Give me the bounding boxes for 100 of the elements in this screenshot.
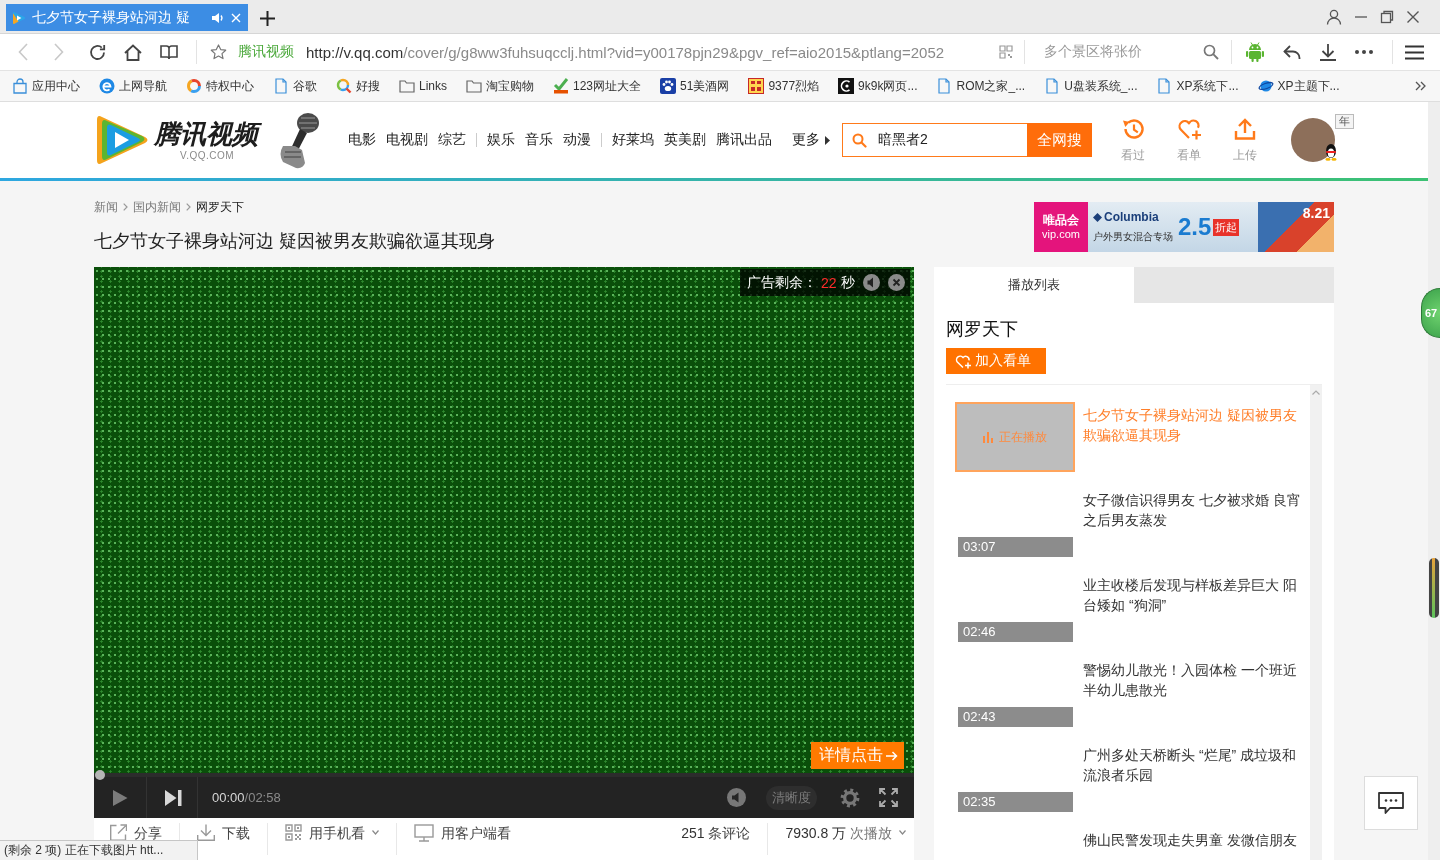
globe-icon (1257, 78, 1274, 94)
playlist-tab[interactable]: 播放列表 (934, 267, 1134, 303)
grid-icon (748, 78, 765, 94)
reload-icon[interactable] (89, 43, 106, 61)
chevron-icon (186, 203, 191, 211)
history-icon (1121, 116, 1145, 141)
search-field[interactable]: 暗黑者2 (842, 123, 1027, 157)
download-icon[interactable] (1319, 43, 1337, 61)
nav-link[interactable]: 英美剧 (664, 131, 706, 149)
nav-link[interactable]: 综艺 (438, 131, 466, 149)
bookmark-item[interactable]: 上网导航 (99, 77, 167, 95)
comments-link[interactable]: 251 条评论 (681, 823, 751, 842)
list-scrollbar[interactable] (1310, 385, 1322, 860)
video-action[interactable]: 下载 (197, 823, 250, 842)
breadcrumb-link[interactable]: 网罗天下 (196, 200, 244, 214)
android-icon[interactable] (1246, 42, 1264, 62)
playlist-item-title[interactable]: 广州多处天桥断头 “烂尾” 成垃圾和流浪者乐园 (1083, 742, 1305, 785)
nav-link[interactable]: 电视剧 (386, 131, 428, 149)
gear-icon[interactable] (840, 787, 860, 808)
nav-link[interactable]: 腾讯出品 (716, 131, 772, 149)
progress-track[interactable] (94, 773, 914, 777)
user-icon[interactable] (1326, 8, 1342, 25)
bookmark-item[interactable]: 9377烈焰 (748, 77, 820, 95)
more-menu[interactable]: 更多 (792, 131, 830, 149)
folder-icon (466, 78, 482, 94)
playlist-item-title[interactable]: 女子微信识得男友 七夕被求婚 良宵之后男友蒸发 (1083, 487, 1305, 530)
avatar[interactable] (1291, 118, 1335, 162)
playlist-item-title[interactable]: 警惕幼儿散光！入园体检 一个班近半幼儿患散光 (1083, 657, 1305, 700)
bookmark-item[interactable]: 谷歌 (273, 77, 317, 95)
magnifier-icon (336, 78, 352, 94)
book-icon[interactable] (160, 44, 178, 60)
paw-icon (660, 78, 677, 94)
video-action[interactable]: 用手机看 (285, 823, 379, 842)
search-icon[interactable] (1203, 44, 1219, 60)
time-current: 00:00 (212, 790, 245, 805)
video-action[interactable]: 用客户端看 (414, 823, 511, 842)
bookmark-item[interactable]: 51美酒网 (660, 77, 730, 95)
nav-link[interactable]: 音乐 (525, 131, 553, 149)
nav-link[interactable]: 电影 (348, 131, 376, 149)
scrollbar-thumb[interactable] (1429, 558, 1439, 618)
progress-handle[interactable] (95, 770, 105, 780)
close-icon[interactable] (1406, 9, 1420, 24)
folder-icon (399, 78, 415, 94)
home-icon[interactable] (124, 43, 142, 61)
playlist-item-title[interactable]: 业主收楼后发现与样板差异巨大 阳台矮如 “狗洞” (1083, 572, 1305, 615)
address-field[interactable]: http://v.qq.com/cover/g/g8ww3fuhsuqcclj.html?vid=y00178pjn29&pgv_ref=aio2015&ptlang=2052 (306, 43, 989, 61)
ad-discount-label: 折起 (1213, 218, 1240, 236)
caret-icon (825, 135, 830, 145)
double-chevron-icon[interactable] (1415, 81, 1426, 91)
video-frame[interactable]: 广告剩余： 22 秒 详情点击 (94, 267, 914, 773)
play-logo-icon[interactable] (94, 114, 150, 166)
play-logo-icon (12, 10, 26, 25)
ad-brand-url: vip.com (1042, 227, 1080, 241)
nav-link[interactable]: 好莱坞 (612, 131, 654, 149)
bookmark-item[interactable]: 应用中心 (12, 77, 80, 95)
mute-icon[interactable] (862, 274, 880, 291)
menu-icon[interactable] (1405, 44, 1424, 60)
ad-discount: 2.5 (1178, 213, 1212, 241)
ad-countdown-seconds: 22 (821, 274, 837, 291)
fullscreen-icon[interactable] (879, 788, 898, 807)
qr-code-icon[interactable] (999, 45, 1013, 59)
star-icon[interactable] (210, 44, 227, 60)
plus-icon[interactable] (260, 11, 275, 26)
diamond-icon (1093, 212, 1102, 222)
bookmark-item[interactable]: 淘宝购物 (466, 77, 534, 95)
page-icon (1044, 78, 1061, 94)
ad-brand-name: 唯品会 (1043, 213, 1079, 227)
play-icon[interactable] (111, 788, 129, 807)
nav-link[interactable]: 娱乐 (487, 131, 515, 149)
playlist-item-title[interactable]: 佛山民警发现走失男童 发微信朋友 (1083, 827, 1305, 850)
bookmark-item[interactable]: 好搜 (336, 77, 380, 95)
close-icon[interactable] (887, 274, 905, 291)
video-title: 七夕节女子裸身站河边 疑因被男友欺骗欲逼其现身 (94, 231, 496, 251)
ad-countdown-unit: 秒 (840, 273, 855, 292)
bookmark-item[interactable]: ROM之家_... (936, 77, 1026, 95)
now-playing-label: 正在播放 (999, 428, 1047, 446)
breadcrumb-link[interactable]: 新闻 (94, 200, 118, 214)
volume-icon[interactable] (727, 788, 746, 807)
restore-icon[interactable] (1380, 9, 1394, 24)
penguin-icon (1324, 143, 1338, 161)
nav-link[interactable]: 动漫 (563, 131, 591, 149)
more-icon[interactable] (1355, 50, 1373, 54)
page-icon (1156, 78, 1173, 94)
bookmark-item[interactable]: U盘装系统_... (1044, 77, 1138, 95)
ring-icon (186, 78, 202, 94)
ad-countdown-label: 广告剩余： (747, 273, 817, 292)
bookmark-item[interactable]: 123网址大全 (553, 77, 642, 95)
bookmark-item[interactable]: Links (399, 78, 447, 94)
bookmark-item[interactable]: XP主题下... (1257, 77, 1340, 95)
bookmark-item[interactable]: XP系统下... (1156, 77, 1239, 95)
bookmark-item[interactable]: 9k9k网页... (838, 77, 918, 95)
check-logo-icon (553, 78, 569, 94)
next-icon[interactable] (164, 788, 182, 807)
speaker-icon[interactable] (211, 10, 225, 25)
breadcrumb-link[interactable]: 国内新闻 (133, 200, 181, 214)
reply-icon[interactable] (1283, 44, 1301, 60)
duration-badge: 03:07 (958, 537, 1073, 557)
feedback-button[interactable] (1364, 776, 1418, 830)
bookmark-item[interactable]: 特权中心 (186, 77, 254, 95)
play-count-dropdown[interactable]: 7930.8 万 次播放 (785, 823, 906, 842)
